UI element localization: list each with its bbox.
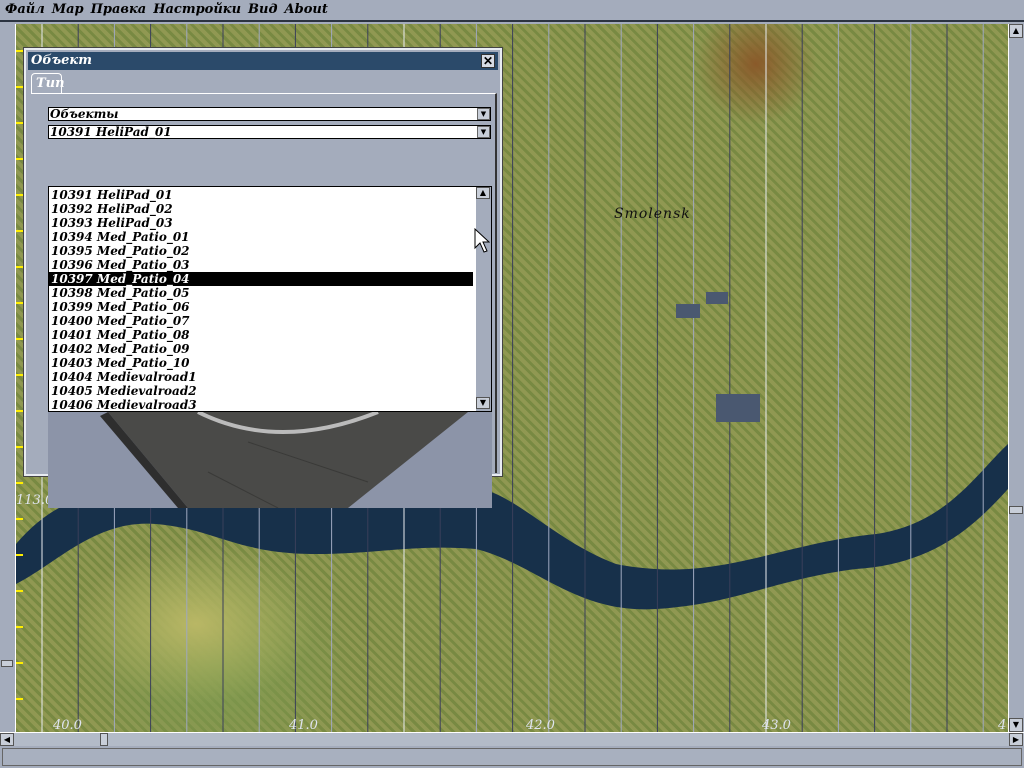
object-preview [48,412,492,508]
chevron-down-icon[interactable]: ▼ [477,108,490,120]
building [676,304,700,318]
list-scroll-down[interactable]: ▼ [476,397,490,409]
list-item[interactable]: 10398 Med_Patio_05 [49,286,473,300]
building [706,292,728,304]
object-select[interactable]: 10391 HeliPad_01 ▼ [48,125,491,139]
ruler-tick [16,338,23,340]
list-scrollbar[interactable]: ▲ ▼ [476,187,491,411]
x-label: 40.0 [53,718,82,732]
ruler-tick [16,626,23,628]
ruler-tick [16,86,23,88]
city-label: Smolensk [614,206,691,222]
list-item[interactable]: 10404 Medievalroad1 [49,370,473,384]
ruler-tick [16,374,23,376]
list-item[interactable]: 10392 HeliPad_02 [49,202,473,216]
scroll-up-button[interactable]: ▲ [1009,24,1023,38]
x-label: 4 [998,718,1007,732]
left-ruler[interactable] [0,24,16,732]
ruler-tick [16,230,23,232]
tab-panel: Объекты ▼ 10391 HeliPad_01 ▼ 10391 HeliPad… [31,93,497,508]
list-item[interactable]: 10397 Med_Patio_04 [49,272,473,286]
list-item[interactable]: 10405 Medievalroad2 [49,384,473,398]
helipad-render [100,412,468,508]
status-bar [2,748,1022,766]
vertical-scrollbar[interactable]: ▲ ▼ [1008,24,1024,732]
horizontal-scroll-thumb[interactable] [100,733,108,746]
mouse-cursor-icon [474,228,490,253]
ruler-tick [16,554,23,556]
ruler-tick [16,302,23,304]
list-item[interactable]: 10400 Med_Patio_07 [49,314,473,328]
x-label: 41.0 [289,718,318,732]
chevron-down-icon[interactable]: ▼ [477,126,490,138]
list-item[interactable]: 10399 Med_Patio_06 [49,300,473,314]
left-ruler-handle[interactable] [1,660,13,667]
menu-settings[interactable]: Настройки [153,2,241,18]
category-value: Объекты [50,107,119,121]
tab-type[interactable]: Тип [31,73,65,93]
close-button[interactable]: ✕ [481,54,495,68]
list-item[interactable]: 10394 Med_Patio_01 [49,230,473,244]
ruler-tick [16,194,23,196]
ruler-tick [16,518,23,520]
object-value: 10391 HeliPad_01 [50,125,172,139]
menu-bar: Файл Map Правка Настройки Вид About [0,0,1024,22]
building [716,394,760,422]
menu-edit[interactable]: Правка [91,2,147,18]
scroll-right-button[interactable]: ▶ [1009,733,1023,746]
horizontal-scrollbar[interactable]: ◀ ▶ [0,732,1024,746]
menu-file[interactable]: Файл [5,2,45,18]
ruler-tick [16,158,23,160]
list-item[interactable]: 10393 HeliPad_03 [49,216,473,230]
scroll-down-button[interactable]: ▼ [1009,718,1023,732]
dialog-title: Объект [31,53,92,68]
ruler-tick [16,410,23,412]
menu-about[interactable]: About [285,2,328,18]
dialog-titlebar[interactable]: Объект ✕ [28,52,498,70]
ruler-tick [16,662,23,664]
x-label: 43.0 [762,718,791,732]
list-item[interactable]: 10396 Med_Patio_03 [49,258,473,272]
ruler-tick [16,482,23,484]
vertical-scroll-thumb[interactable] [1009,506,1023,514]
menu-map[interactable]: Map [52,2,84,18]
ruler-tick [16,698,23,700]
ruler-tick [16,122,23,124]
list-item[interactable]: 10406 Medievalroad3 [49,398,473,411]
menu-view[interactable]: Вид [248,2,277,18]
list-scroll-up[interactable]: ▲ [476,187,490,199]
list-item[interactable]: 10402 Med_Patio_09 [49,342,473,356]
ruler-tick [16,446,23,448]
list-item[interactable]: 10395 Med_Patio_02 [49,244,473,258]
object-dialog: Объект ✕ Тип Объекты ▼ 10391 HeliPad_01 ▼ … [23,47,503,508]
list-item[interactable]: 10401 Med_Patio_08 [49,328,473,342]
list-item[interactable]: 10391 HeliPad_01 [49,188,473,202]
ruler-tick [16,50,23,52]
ruler-tick [16,266,23,268]
ruler-tick [16,590,23,592]
list-item[interactable]: 10403 Med_Patio_10 [49,356,473,370]
category-select[interactable]: Объекты ▼ [48,107,491,121]
x-label: 42.0 [526,718,555,732]
scroll-left-button[interactable]: ◀ [0,733,14,746]
object-list[interactable]: 10391 HeliPad_01 10392 HeliPad_02 10393 He… [48,186,492,412]
